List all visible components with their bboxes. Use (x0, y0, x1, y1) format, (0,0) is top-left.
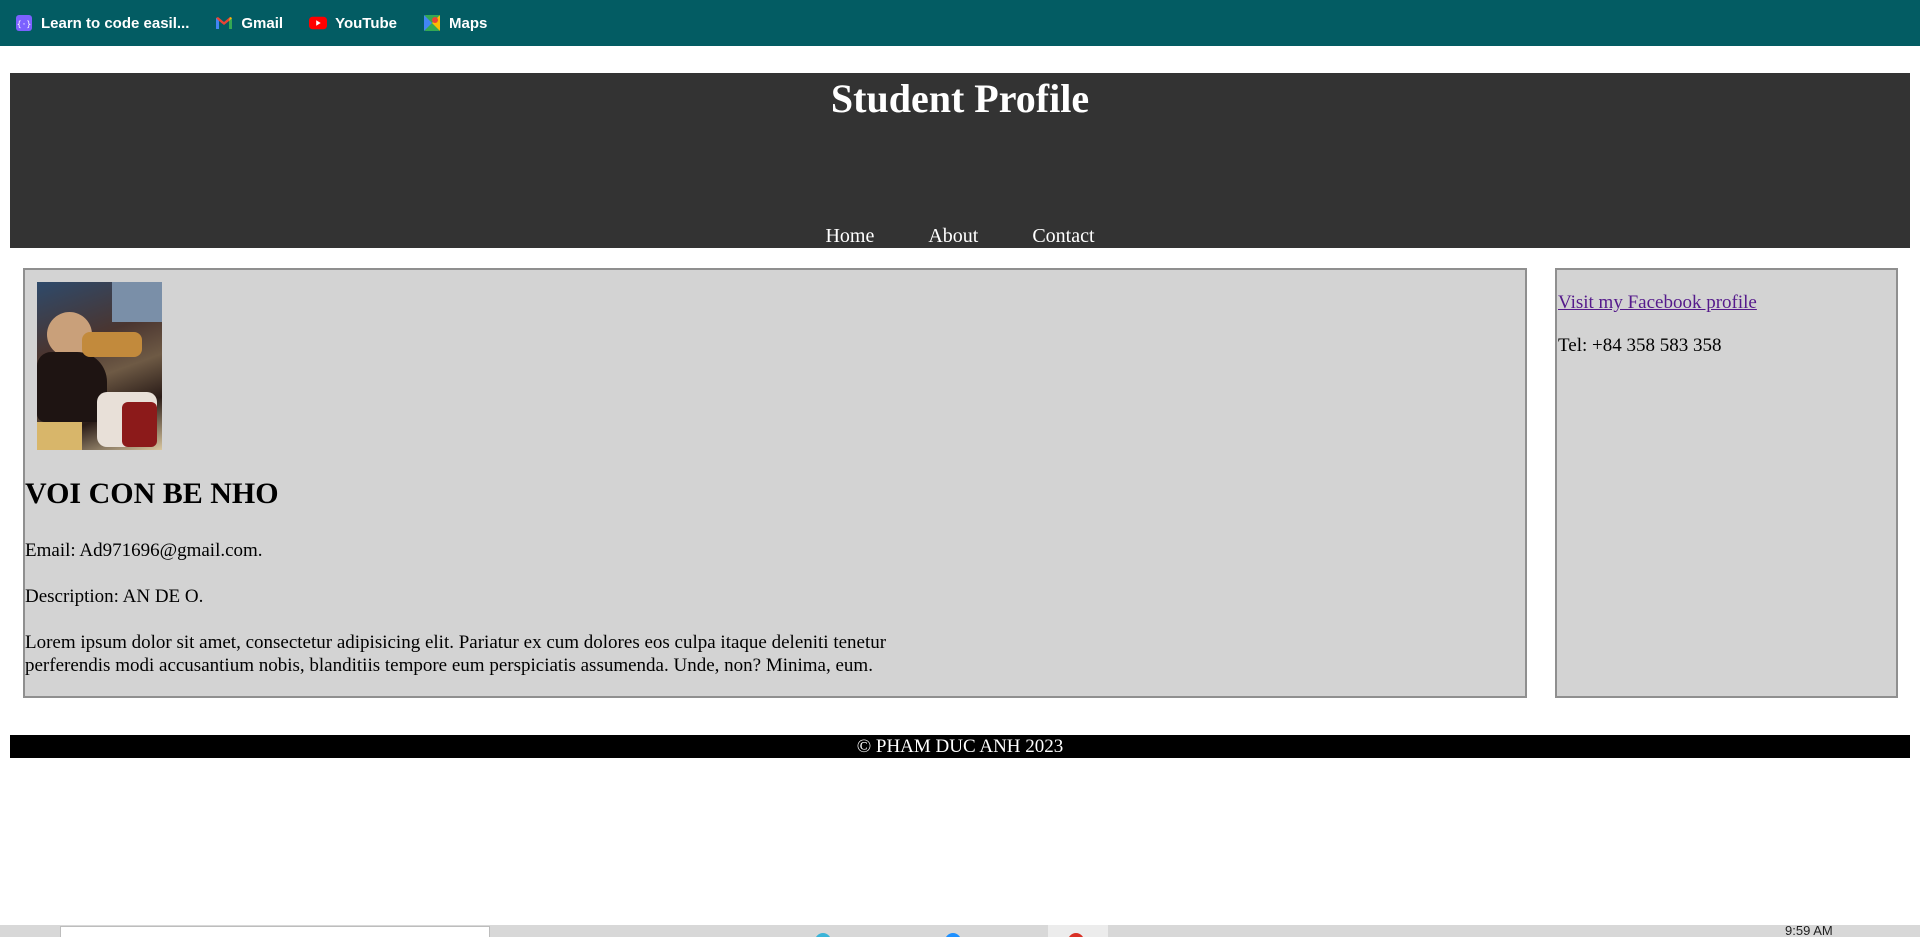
nav-contact[interactable]: Contact (1032, 224, 1094, 248)
lorem-paragraph: Lorem ipsum dolor sit amet, consectetur … (25, 632, 887, 676)
youtube-icon (309, 14, 328, 32)
bookmarks-bar: {·} Learn to code easil... Gmail YouTube… (0, 0, 1920, 46)
code-icon: {·} (15, 14, 33, 32)
bookmark-label: Gmail (241, 14, 284, 32)
profile-name: VOI CON BE NHO (25, 477, 279, 510)
nav-home[interactable]: Home (825, 224, 874, 248)
email-text: Email: Ad971696@gmail.com. (25, 540, 263, 561)
bookmark-learn-to-code[interactable]: {·} Learn to code easil... (15, 14, 189, 32)
facebook-link[interactable]: Visit my Facebook profile (1558, 291, 1757, 314)
app-icon[interactable] (815, 933, 831, 937)
bookmark-gmail[interactable]: Gmail (215, 14, 283, 32)
description-text: Description: AN DE O. (25, 586, 204, 607)
taskbar-clock: 9:59 AM (1785, 925, 1833, 937)
site-header: Student Profile Home About Contact (10, 73, 1910, 248)
phone-text: Tel: +84 358 583 358 (1558, 335, 1722, 356)
site-footer: © PHAM DUC ANH 2023 (10, 735, 1910, 758)
nav-about[interactable]: About (928, 224, 978, 248)
profile-photo (37, 282, 162, 450)
taskbar-search-input[interactable] (60, 926, 490, 937)
contact-sidebar: Visit my Facebook profile Tel: +84 358 5… (1555, 268, 1898, 698)
app-icon[interactable] (945, 933, 961, 937)
svg-text:{·}: {·} (17, 20, 31, 29)
bookmark-maps[interactable]: Maps (423, 14, 487, 32)
page-title: Student Profile (830, 76, 1090, 121)
main-nav: Home About Contact (10, 224, 1910, 248)
bookmark-youtube[interactable]: YouTube (309, 14, 397, 32)
bookmark-label: Learn to code easil... (41, 14, 190, 32)
profile-card: VOI CON BE NHO Email: Ad971696@gmail.com… (23, 268, 1527, 698)
taskbar: 9:59 AM (0, 925, 1920, 937)
bookmark-label: Maps (449, 14, 488, 32)
bookmark-label: YouTube (335, 14, 398, 32)
gmail-icon (215, 14, 233, 32)
maps-icon (423, 14, 441, 32)
